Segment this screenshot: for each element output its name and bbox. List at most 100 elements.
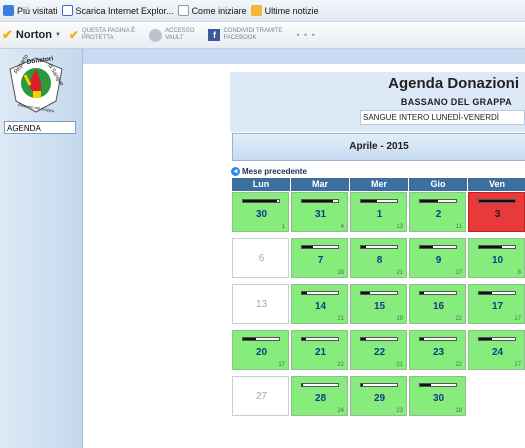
available-slots-count: 17 xyxy=(514,362,521,368)
previous-month-link[interactable]: ◂ Mese precedente xyxy=(231,167,307,176)
occupancy-bar xyxy=(478,291,516,295)
calendar-day-cell[interactable]: 30 1 xyxy=(232,192,289,232)
available-slots-count: 11 xyxy=(455,224,462,230)
occupancy-bar-fill xyxy=(420,200,438,202)
calendar-day-cell[interactable]: 15 19 xyxy=(350,284,407,324)
calendar-day-cell[interactable]: 1 13 xyxy=(350,192,407,232)
day-number: 6 xyxy=(258,253,265,264)
vault-icon xyxy=(149,28,163,42)
occupancy-bar-fill xyxy=(361,338,367,340)
calendar-day-cell[interactable]: 22 21 xyxy=(350,330,407,370)
occupancy-bar xyxy=(242,199,280,203)
occupancy-bar xyxy=(478,337,516,341)
calendar-day-cell[interactable]: 14 21 xyxy=(291,284,348,324)
day-number: 22 xyxy=(373,347,386,358)
day-number: 29 xyxy=(373,393,386,404)
chevron-down-icon: ▼ xyxy=(54,32,61,38)
available-slots-count: 8 xyxy=(517,270,521,276)
occupancy-bar xyxy=(360,383,398,387)
occupancy-bar-fill xyxy=(479,200,515,202)
calendar-day-cell[interactable]: 20 17 xyxy=(232,330,289,370)
occupancy-bar-fill xyxy=(243,200,278,202)
occupancy-bar xyxy=(360,291,398,295)
occupancy-bar-fill xyxy=(361,246,367,248)
calendar-day-cell[interactable]: 2 11 xyxy=(409,192,466,232)
previous-month-label: Mese precedente xyxy=(242,167,307,176)
available-slots-count: 21 xyxy=(396,362,403,368)
day-number: 30 xyxy=(432,393,445,404)
weekday-header: Lun Mar Mer Gio Ven xyxy=(232,178,525,191)
calendar-day-cell[interactable]: 21 22 xyxy=(291,330,348,370)
occupancy-bar-fill xyxy=(479,292,492,294)
occupancy-bar xyxy=(301,245,339,249)
available-slots-count: 4 xyxy=(340,224,344,230)
day-number: 8 xyxy=(376,255,383,266)
norton-facebook-button[interactable]: f CONDIVIDI TRAMITE FACEBOOK xyxy=(208,28,282,42)
occupancy-bar xyxy=(478,199,516,203)
weekday-label: Gio xyxy=(409,178,468,191)
day-number: 16 xyxy=(432,301,445,312)
calendar-day-cell[interactable]: 23 22 xyxy=(409,330,466,370)
calendar-day-cell[interactable]: 7 18 xyxy=(291,238,348,278)
occupancy-bar-fill xyxy=(302,246,313,248)
more-options-icon[interactable]: • • • xyxy=(296,30,315,40)
occupancy-bar-fill xyxy=(302,338,306,340)
day-number: 24 xyxy=(491,347,504,358)
calendar-day-cell[interactable]: 17 17 xyxy=(468,284,525,324)
norton-brand-button[interactable]: ✔ Norton ▼ xyxy=(2,27,61,43)
calendar-day-cell[interactable]: 31 4 xyxy=(291,192,348,232)
norton-safe-page-button[interactable]: ✔ QUESTA PAGINA È PROTETTA xyxy=(69,28,135,42)
month-title: Aprile - 2015 xyxy=(232,133,525,161)
day-number: 27 xyxy=(255,391,268,402)
available-slots-count: 21 xyxy=(396,270,403,276)
calendar-day-cell[interactable]: 28 24 xyxy=(291,376,348,416)
available-slots-count: 22 xyxy=(337,362,344,368)
occupancy-bar-fill xyxy=(361,384,363,386)
calendar-day-cell[interactable]: 24 17 xyxy=(468,330,525,370)
calendar-day-cell[interactable]: 10 8 xyxy=(468,238,525,278)
norton-item-line1: CONDIVIDI TRAMITE xyxy=(223,28,283,34)
calendar-day-cell[interactable]: 8 21 xyxy=(350,238,407,278)
available-slots-count: 17 xyxy=(278,362,285,368)
occupancy-bar xyxy=(419,245,457,249)
arrow-left-icon: ◂ xyxy=(231,167,240,176)
calendar-day-cell[interactable]: 29 23 xyxy=(350,376,407,416)
norton-item-line1: QUESTA PAGINA È xyxy=(81,28,136,34)
available-slots-count: 17 xyxy=(514,316,521,322)
occupancy-bar xyxy=(301,199,339,203)
calendar-day-cell[interactable]: 30 18 xyxy=(409,376,466,416)
calendar-day-cell[interactable]: 9 17 xyxy=(409,238,466,278)
nav-agenda-link[interactable]: AGENDA xyxy=(4,121,76,134)
favorite-how-to-start[interactable]: Come iniziare xyxy=(177,5,247,16)
occupancy-bar xyxy=(242,337,280,341)
day-number: 3 xyxy=(494,209,501,220)
favorite-label: Ultime notizie xyxy=(264,5,319,16)
norton-vault-button[interactable]: ACCESSO VAULT xyxy=(149,28,194,42)
available-slots-count: 19 xyxy=(396,316,403,322)
weekday-label: Mer xyxy=(350,178,409,191)
norton-brand-label: Norton xyxy=(15,29,52,41)
day-number: 14 xyxy=(314,301,327,312)
star-icon xyxy=(3,5,14,16)
favorite-label: Più visitati xyxy=(17,5,58,16)
available-slots-count: 22 xyxy=(455,316,462,322)
calendar-day-cell[interactable]: 16 22 xyxy=(409,284,466,324)
favorite-most-visited[interactable]: Più visitati xyxy=(3,5,58,16)
favorite-download-ie[interactable]: Scarica Internet Explor... xyxy=(61,5,174,16)
calendar-day-cell: 13 xyxy=(232,284,289,324)
blood-donors-logo: Reparto Donatori di Sangue Bassano del G… xyxy=(9,55,65,113)
norton-item-line2: FACEBOOK xyxy=(223,35,257,41)
favorite-latest-news[interactable]: Ultime notizie xyxy=(250,5,319,16)
calendar-day-cell: 3 xyxy=(468,192,525,232)
day-number: 15 xyxy=(373,301,386,312)
available-slots-count: 1 xyxy=(281,224,285,230)
day-number: 2 xyxy=(435,209,442,220)
day-number: 30 xyxy=(255,209,268,220)
occupancy-bar-fill xyxy=(420,246,433,248)
donation-type-field[interactable]: SANGUE INTERO LUNEDÌ-VENERDÌ xyxy=(360,110,525,125)
norton-check-icon: ✔ xyxy=(2,27,13,42)
occupancy-bar xyxy=(419,291,457,295)
occupancy-bar-fill xyxy=(302,200,333,202)
occupancy-bar xyxy=(301,337,339,341)
day-number: 17 xyxy=(491,301,504,312)
